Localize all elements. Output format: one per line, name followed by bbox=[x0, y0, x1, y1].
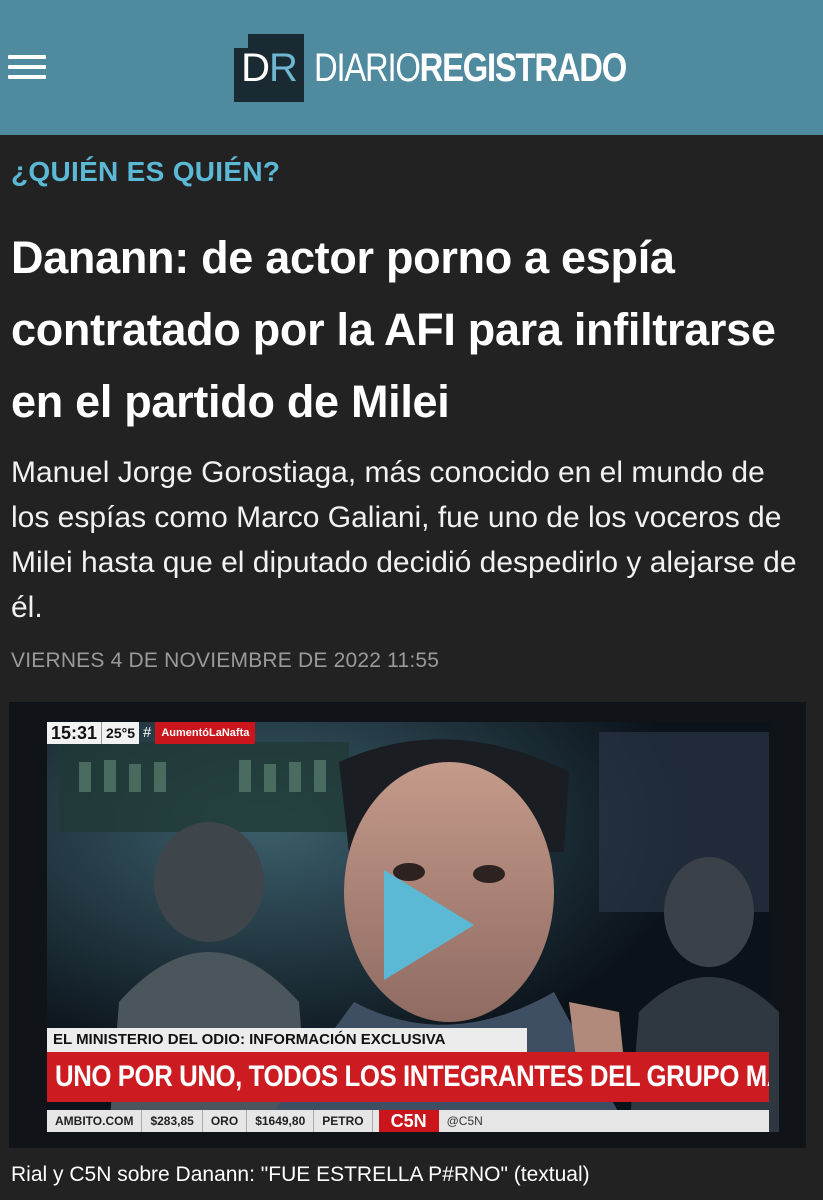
logo-name-light: DIARIO bbox=[314, 45, 421, 90]
site-logo[interactable]: DR DIARIOREGISTRADO bbox=[234, 34, 694, 102]
section-kicker[interactable]: ¿QUIÉN ES QUIÉN? bbox=[11, 156, 280, 188]
logo-mark-letters: DR bbox=[234, 34, 304, 102]
video-player[interactable]: 15:31 25°5 # AumentóLaNafta EL MINISTERI… bbox=[9, 702, 806, 1148]
channel-logo: C5N bbox=[378, 1110, 439, 1132]
article-headline: Danann: de actor porno a espía contratad… bbox=[11, 232, 776, 427]
lower-third-main: UNO POR UNO, TODOS LOS INTEGRANTES DEL G… bbox=[47, 1052, 769, 1102]
logo-wordmark: DIARIOREGISTRADO bbox=[314, 45, 628, 91]
tv-hashtag: AumentóLaNafta bbox=[155, 722, 256, 744]
tv-hash: # bbox=[143, 724, 152, 741]
logo-name-bold: REGISTRADO bbox=[419, 45, 628, 90]
menu-bar bbox=[8, 55, 46, 59]
ticker-item: $283,85 bbox=[142, 1110, 203, 1132]
lower-third: EL MINISTERIO DEL ODIO: INFORMACIÓN EXCL… bbox=[47, 1028, 769, 1102]
logo-mark: DR bbox=[234, 34, 304, 102]
tv-ticker: AMBITO.COM $283,85 ORO $1649,80 PETRO C5… bbox=[47, 1110, 769, 1132]
article-date: VIERNES 4 DE NOVIEMBRE DE 2022 11:55 bbox=[11, 649, 440, 672]
menu-bar bbox=[8, 75, 46, 79]
tv-channel-bug: 15:31 25°5 # AumentóLaNafta bbox=[47, 722, 256, 744]
site-header: DR DIARIOREGISTRADO bbox=[0, 0, 823, 135]
video-caption: Rial y C5N sobre Danann: "FUE ESTRELLA P… bbox=[11, 1163, 590, 1186]
hamburger-menu-icon[interactable] bbox=[8, 52, 46, 82]
ticker-item: ORO bbox=[203, 1110, 248, 1132]
article-summary: Manuel Jorge Gorostiaga, más conocido en… bbox=[11, 456, 797, 624]
lower-third-top: EL MINISTERIO DEL ODIO: INFORMACIÓN EXCL… bbox=[47, 1028, 527, 1052]
ticker-source: AMBITO.COM bbox=[47, 1110, 143, 1132]
lower-third-main-text: UNO POR UNO, TODOS LOS INTEGRANTES DEL G… bbox=[55, 1060, 769, 1093]
logo-mark-r: R bbox=[269, 45, 298, 90]
play-icon[interactable] bbox=[384, 870, 474, 980]
ticker-item: $1649,80 bbox=[247, 1110, 315, 1132]
tv-time: 15:31 bbox=[47, 722, 102, 744]
channel-handle: @C5N bbox=[446, 1114, 483, 1128]
tv-temperature: 25°5 bbox=[101, 722, 140, 744]
ticker-item: PETRO bbox=[314, 1110, 373, 1132]
menu-bar bbox=[8, 65, 46, 69]
logo-mark-d: D bbox=[241, 45, 270, 90]
